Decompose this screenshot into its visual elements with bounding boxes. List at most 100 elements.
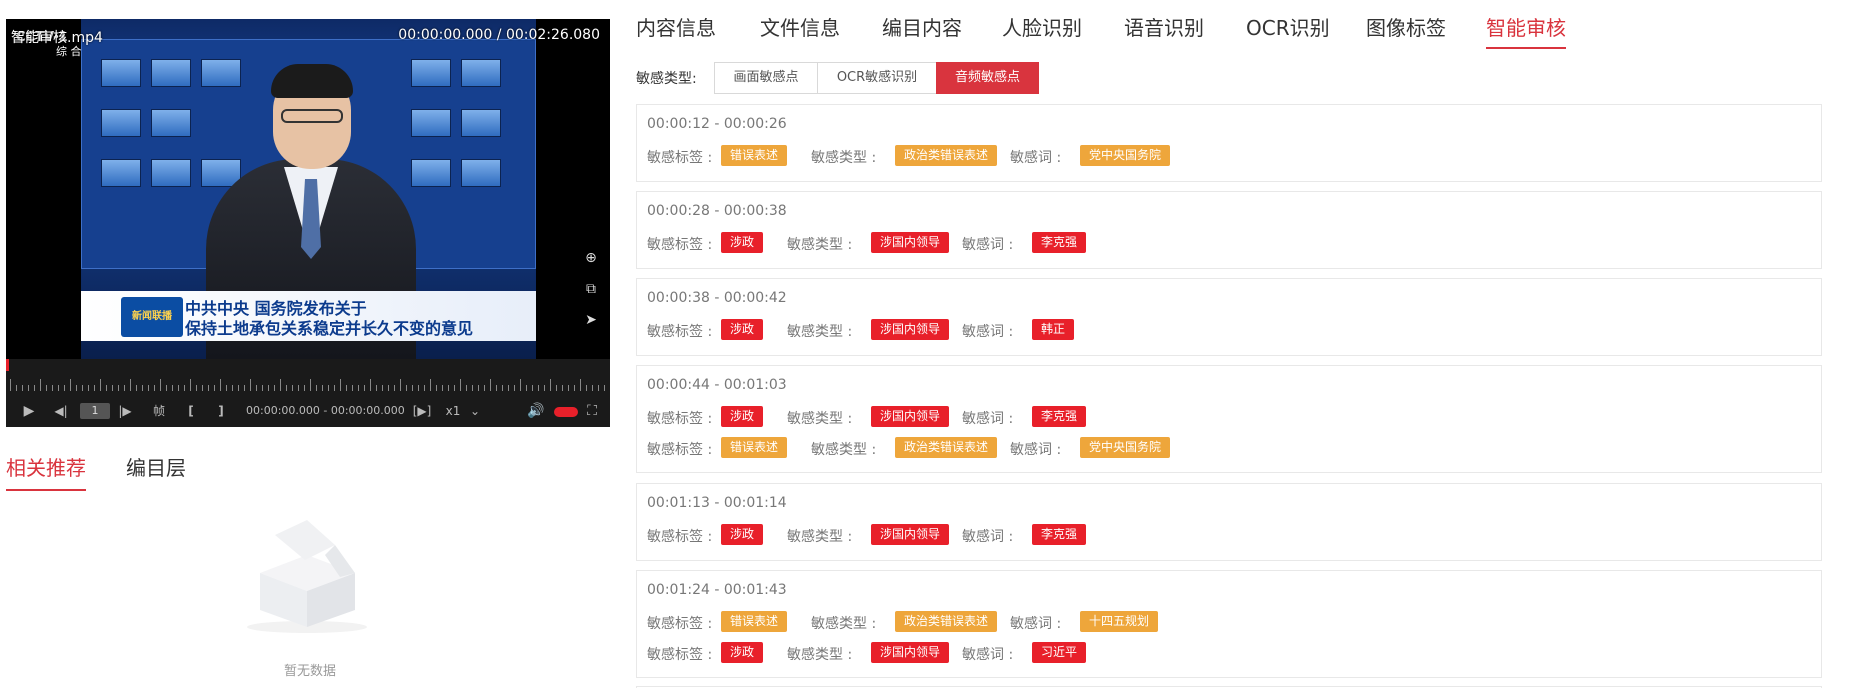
sensitive-type-label: 敏感类型: bbox=[636, 71, 697, 87]
timeline-tick bbox=[136, 385, 137, 391]
timeline-tick bbox=[148, 385, 149, 391]
frame-step-label[interactable]: 帧 bbox=[150, 401, 168, 421]
review-result-card[interactable]: 00:01:24 - 00:01:43 敏感标签 : 错误表述 敏感类型 : 政治类错误… bbox=[636, 570, 1822, 678]
sensitive-word-label: 敏感词 : bbox=[1010, 442, 1062, 458]
result-time-range[interactable]: 00:01:24 - 00:01:43 bbox=[647, 582, 787, 598]
timeline-scrubber[interactable] bbox=[6, 359, 610, 395]
timeline-tick bbox=[298, 385, 299, 391]
timeline-tick bbox=[118, 385, 119, 391]
tab-ocr-recognition[interactable]: OCR识别 bbox=[1246, 12, 1330, 47]
review-result-card[interactable]: 00:01:13 - 00:01:14 敏感标签 : 涉政 敏感类型 : 涉国内领导 敏感… bbox=[636, 483, 1822, 561]
timeline-tick bbox=[574, 385, 575, 391]
filter-visual-sensitive[interactable]: 画面敏感点 bbox=[714, 62, 818, 94]
studio-screen bbox=[411, 159, 451, 187]
timeline-tick bbox=[412, 385, 413, 391]
anchor-glasses bbox=[281, 109, 343, 123]
studio-screen bbox=[461, 159, 501, 187]
sensitive-word-badge: 党中央国务院 bbox=[1080, 145, 1171, 166]
review-result-card[interactable]: 00:00:12 - 00:00:26 敏感标签 : 错误表述 敏感类型 : 政治类错误… bbox=[636, 104, 1822, 182]
mark-out-icon[interactable]: ] bbox=[214, 401, 228, 421]
timeline-tick bbox=[64, 385, 65, 391]
timeline-tick bbox=[166, 385, 167, 391]
timeline-tick bbox=[70, 379, 71, 391]
crosshair-icon[interactable]: ⊕ bbox=[582, 249, 600, 267]
sensitive-tag-badge: 错误表述 bbox=[721, 611, 788, 632]
fullscreen-icon[interactable]: ⛶ bbox=[582, 401, 602, 421]
send-icon[interactable]: ➤ bbox=[582, 311, 600, 329]
review-result-card[interactable]: 00:00:38 - 00:00:42 敏感标签 : 涉政 敏感类型 : 涉国内领导 敏感… bbox=[636, 278, 1822, 356]
video-player[interactable]: 新闻联播 中共中央 国务院发布关于 保持土地承包关系稳定并长久不变的意见 CCT… bbox=[6, 19, 610, 427]
tab-image-tags[interactable]: 图像标签 bbox=[1366, 12, 1446, 47]
sensitive-tag-badge: 涉政 bbox=[721, 319, 764, 340]
timeline-tick bbox=[52, 385, 53, 391]
timeline-tick bbox=[292, 385, 293, 391]
previous-frame-icon[interactable]: ◀| bbox=[52, 401, 70, 421]
tab-file-info[interactable]: 文件信息 bbox=[760, 12, 840, 47]
review-result-card[interactable]: 00:00:44 - 00:01:03 敏感标签 : 涉政 敏感类型 : 涉国内领导 敏感… bbox=[636, 365, 1822, 473]
timeline-tick bbox=[88, 385, 89, 391]
copy-icon[interactable]: ⧉ bbox=[582, 280, 600, 298]
video-scene: 新闻联播 中共中央 国务院发布关于 保持土地承包关系稳定并长久不变的意见 bbox=[81, 19, 536, 359]
timeline-tick bbox=[304, 385, 305, 391]
sensitive-word-label: 敏感词 : bbox=[1010, 150, 1062, 166]
timeline-tick bbox=[514, 385, 515, 391]
timeline-tick bbox=[28, 385, 29, 391]
result-time-range[interactable]: 00:00:38 - 00:00:42 bbox=[647, 290, 787, 306]
sensitive-word-label: 敏感词 : bbox=[1010, 616, 1062, 632]
sensitive-type-label: 敏感类型 : bbox=[811, 150, 877, 166]
volume-slider[interactable] bbox=[554, 407, 578, 417]
result-time-range[interactable]: 00:00:28 - 00:00:38 bbox=[647, 203, 787, 219]
video-frame[interactable]: 新闻联播 中共中央 国务院发布关于 保持土地承包关系稳定并长久不变的意见 CCT… bbox=[6, 19, 610, 359]
timeline-tick bbox=[496, 385, 497, 391]
studio-screen bbox=[411, 59, 451, 87]
timeline-tick bbox=[364, 385, 365, 391]
timeline-tick bbox=[94, 385, 95, 391]
studio-screen bbox=[101, 59, 141, 87]
sensitive-type-badge: 涉国内领导 bbox=[871, 524, 950, 545]
review-result-card[interactable]: 00:00:28 - 00:00:38 敏感标签 : 涉政 敏感类型 : 涉国内领导 敏感… bbox=[636, 191, 1822, 269]
result-time-range[interactable]: 00:01:13 - 00:01:14 bbox=[647, 495, 787, 511]
timeline-tick bbox=[604, 385, 605, 391]
play-segment-icon[interactable]: [▶] bbox=[412, 401, 432, 421]
timeline-tick bbox=[532, 385, 533, 391]
playhead-marker[interactable] bbox=[6, 359, 9, 371]
timeline-tick bbox=[580, 379, 581, 391]
timeline-tick bbox=[268, 385, 269, 391]
video-time-display: 00:00:00.000 / 00:02:26.080 bbox=[398, 27, 600, 43]
next-frame-icon[interactable]: |▶ bbox=[116, 401, 134, 421]
tab-face-recognition[interactable]: 人脸识别 bbox=[1002, 12, 1082, 47]
timeline-tick bbox=[544, 385, 545, 391]
volume-icon[interactable]: 🔊 bbox=[526, 401, 546, 421]
filter-ocr-sensitive[interactable]: OCR敏感识别 bbox=[817, 62, 937, 94]
timeline-tick bbox=[10, 379, 11, 391]
timeline-tick bbox=[418, 385, 419, 391]
timeline-tick bbox=[442, 385, 443, 391]
sensitive-tag-label: 敏感标签 : bbox=[647, 442, 713, 458]
tab-catalog-content[interactable]: 编目内容 bbox=[882, 12, 962, 47]
timeline-tick bbox=[352, 385, 353, 391]
tab-smart-review[interactable]: 智能审核 bbox=[1486, 12, 1566, 49]
mark-in-icon[interactable]: [ bbox=[184, 401, 198, 421]
result-time-range[interactable]: 00:00:12 - 00:00:26 bbox=[647, 116, 787, 132]
chevron-down-icon[interactable]: ⌄ bbox=[468, 401, 482, 421]
timeline-tick bbox=[310, 379, 311, 391]
tab-speech-recognition[interactable]: 语音识别 bbox=[1124, 12, 1204, 47]
tab-related-recommendations[interactable]: 相关推荐 bbox=[6, 452, 86, 491]
timeline-tick bbox=[226, 385, 227, 391]
timeline-tick bbox=[598, 385, 599, 391]
timeline-tick bbox=[334, 385, 335, 391]
filter-audio-sensitive[interactable]: 音频敏感点 bbox=[936, 62, 1039, 94]
frame-number-input[interactable]: 1 bbox=[80, 403, 110, 419]
play-icon[interactable]: ▶ bbox=[20, 401, 38, 421]
timeline-tick bbox=[406, 385, 407, 391]
timeline-tick bbox=[196, 385, 197, 391]
result-time-range[interactable]: 00:00:44 - 00:01:03 bbox=[647, 377, 787, 393]
tab-catalog-layer[interactable]: 编目层 bbox=[126, 452, 186, 489]
speed-select[interactable]: x1 bbox=[442, 401, 464, 421]
tab-content-info[interactable]: 内容信息 bbox=[636, 12, 716, 47]
sensitive-row: 敏感标签 : 涉政 敏感类型 : 涉国内领导 敏感词 : 李克强 bbox=[647, 524, 1247, 546]
channel-logo-sub: 综 合 bbox=[56, 45, 82, 58]
sensitive-word-badge: 习近平 bbox=[1032, 642, 1087, 663]
sensitive-word-badge: 李克强 bbox=[1032, 524, 1087, 545]
sensitive-row: 敏感标签 : 错误表述 敏感类型 : 政治类错误表述 敏感词 : 十四五规划 bbox=[647, 611, 1247, 633]
